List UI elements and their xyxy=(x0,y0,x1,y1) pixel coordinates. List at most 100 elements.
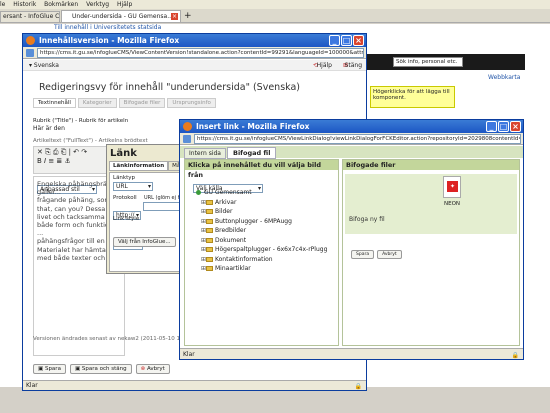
folder-icon xyxy=(206,199,213,205)
folder-icon xyxy=(206,256,213,262)
skip-link[interactable]: Till innehåll i Universitetets statsida xyxy=(54,24,161,31)
url-bar: https://cms.it.gu.se/infoglueCMS/ViewCon… xyxy=(23,47,366,59)
new-tab-icon[interactable]: + xyxy=(184,11,192,21)
content-tree: GU Gemensamt ⊞ Arkivar ⊞ Bilder ⊞ Buttonplu… xyxy=(196,188,327,274)
help-link[interactable]: Hjälp xyxy=(317,60,332,71)
url-field[interactable]: https://cms.it.gu.se/infoglueCMS/ViewLin… xyxy=(194,134,521,144)
tab-internal-page[interactable]: Intern sida xyxy=(184,148,226,159)
site-icon xyxy=(183,135,191,143)
version-note: Versionen ändrades senast av nekaw2 (201… xyxy=(33,336,195,342)
component-hint[interactable]: Högerklicka för att lägga till komponent… xyxy=(370,86,455,108)
site-icon xyxy=(26,49,34,57)
cancel-button[interactable]: Avbryt xyxy=(377,250,402,259)
close-icon[interactable]: × xyxy=(510,121,521,132)
tree-item[interactable]: ⊞ Kontaktinformation xyxy=(197,255,327,265)
tree-item-label: Högerspaltplugger - 6x6x7c4x-rPlugg xyxy=(215,246,328,253)
insert-link-window: Insert link - Mozilla Firefox _ □ × https:… xyxy=(179,119,524,360)
folder-icon xyxy=(206,237,213,243)
tree-item-label: Bilder xyxy=(215,208,233,215)
file-actions: Spara Avbryt xyxy=(351,250,402,259)
tab-link-info[interactable]: Länkinformation xyxy=(109,161,169,171)
menu-file[interactable]: le xyxy=(0,1,5,8)
tab-label: Under-undersida - GU Gemensa... xyxy=(72,13,173,20)
action-buttons: ▣ Spara ▣ Spara och stäng ⊗ Avbryt xyxy=(33,364,170,374)
menu-bookmarks[interactable]: Bokmärken xyxy=(44,1,78,8)
tree-item-label: Minaartiklar xyxy=(215,265,251,272)
folder-icon xyxy=(206,228,213,233)
tab-ursprungsinfo[interactable]: Ursprungsinfo xyxy=(167,98,216,108)
tree-item[interactable]: ⊞ Minaartiklar xyxy=(197,264,327,274)
menu-bar: le Historik Bokmärken Verktyg Hjälp xyxy=(0,0,550,9)
close-link[interactable]: Stäng xyxy=(345,60,362,71)
choose-from-infoglue-button[interactable]: Välj från InfoGlue... xyxy=(113,237,176,247)
tab-row: Intern sida Bifogad fil xyxy=(180,146,523,159)
tree-root[interactable]: GU Gemensamt xyxy=(196,188,327,198)
minimize-icon[interactable]: _ xyxy=(329,35,340,46)
tree-item[interactable]: ⊞ Arkivar xyxy=(197,198,327,208)
repository-icon xyxy=(196,190,201,195)
choose-button[interactable]: Spara xyxy=(351,250,375,259)
minimize-icon[interactable]: _ xyxy=(486,121,497,132)
file-name: NEON xyxy=(444,201,461,207)
menu-help[interactable]: Hjälp xyxy=(117,1,132,8)
tab-infoglue[interactable]: ersant - InfoGlue C xyxy=(0,11,60,23)
language-select[interactable]: ▾ Svenska xyxy=(29,62,59,69)
page-heading: Redigeringsvy för innehåll "underundersi… xyxy=(39,82,301,93)
menu-history[interactable]: Historik xyxy=(13,1,36,8)
tree-item[interactable]: ⊞ Bilder xyxy=(197,207,327,217)
menu-tools[interactable]: Verktyg xyxy=(86,1,109,8)
tab-bifogade-filer[interactable]: Bifogade filer xyxy=(118,98,166,108)
status-bar: Klar 🔒 xyxy=(23,380,366,390)
tree-item[interactable]: ⊞ Dokument xyxy=(197,236,327,246)
window-titlebar: Innehållsversion - Mozilla Firefox _ □ × xyxy=(23,34,366,47)
protocol-label: Protokoll xyxy=(113,195,137,201)
status-text: Klar xyxy=(26,382,38,389)
linkstyle-label: Link style xyxy=(113,216,140,222)
attached-files-panel: Bifogade filer ✦ NEON Bifoga ny fil Spar… xyxy=(342,159,520,346)
site-header-strip: Sök info, personal etc. xyxy=(365,54,525,70)
lock-icon: 🔒 xyxy=(354,383,362,390)
attached-header: Bifogade filer xyxy=(343,160,519,170)
firefox-icon xyxy=(183,122,192,131)
tab-textinnehall[interactable]: Textinnehåll xyxy=(33,98,76,108)
cancel-button[interactable]: ⊗ Avbryt xyxy=(135,364,170,374)
rubrik-label: Rubrik ("Title") - Rubrik för artikeln xyxy=(33,118,129,124)
tab-strip: ersant - InfoGlue C Under-undersida - GU… xyxy=(0,9,550,23)
sitemap-link[interactable]: Webbkarta xyxy=(488,74,520,81)
close-icon[interactable]: × xyxy=(353,35,364,46)
window-titlebar: Insert link - Mozilla Firefox _ □ × xyxy=(180,120,523,133)
save-close-label: Spara och stäng xyxy=(81,366,127,372)
cancel-label: Avbryt xyxy=(146,366,165,372)
tree-item-label: Kontaktinformation xyxy=(215,255,273,263)
content-tabs: Textinnehåll Kategorier Bifogade filer U… xyxy=(33,98,216,108)
status-bar: Klar 🔒 xyxy=(180,348,523,359)
folder-icon xyxy=(206,266,213,271)
firefox-icon xyxy=(26,36,35,45)
close-tab-icon[interactable]: × xyxy=(171,13,178,20)
content-tree-panel: Klicka på innehållet du vill välja bild … xyxy=(184,159,339,346)
window-title: Insert link - Mozilla Firefox xyxy=(196,122,310,131)
linktype-select[interactable]: URL xyxy=(113,182,153,191)
tree-item[interactable]: ⊞ Bredbilder xyxy=(197,226,327,236)
save-button[interactable]: ▣ Spara xyxy=(33,364,66,374)
linktype-label: Länktyp xyxy=(113,175,136,181)
save-close-button[interactable]: ▣ Spara och stäng xyxy=(69,364,132,374)
maximize-icon[interactable]: □ xyxy=(341,35,352,46)
folder-icon xyxy=(206,218,213,224)
tab-under-undersida[interactable]: Under-undersida - GU Gemensa... × xyxy=(61,10,181,23)
window-title: Innehållsversion - Mozilla Firefox xyxy=(39,36,180,45)
tree-item-label: Arkivar xyxy=(215,198,237,206)
rubrik-value[interactable]: Här är den xyxy=(33,125,65,132)
pdf-file-icon[interactable]: ✦ xyxy=(443,176,461,198)
lock-icon: 🔒 xyxy=(511,352,519,359)
tree-item[interactable]: ⊞ Buttonplugger - 6MPAugg xyxy=(197,217,327,227)
tab-kategorier[interactable]: Kategorier xyxy=(77,98,117,108)
tab-attached-file[interactable]: Bifogad fil xyxy=(227,147,277,159)
url-field[interactable]: https://cms.it.gu.se/infoglueCMS/ViewCon… xyxy=(37,48,364,58)
site-search-input[interactable]: Sök info, personal etc. xyxy=(393,57,463,67)
status-text: Klar xyxy=(183,351,195,358)
top-toolbar: ▾ Svenska ⟲ Hjälp ⊠ Stäng xyxy=(23,60,366,71)
maximize-icon[interactable]: □ xyxy=(498,121,509,132)
tree-item[interactable]: ⊞ Högerspaltplugger - 6x6x7c4x-rPlugg xyxy=(197,245,327,255)
attach-new-file-link[interactable]: Bifoga ny fil xyxy=(349,216,385,223)
